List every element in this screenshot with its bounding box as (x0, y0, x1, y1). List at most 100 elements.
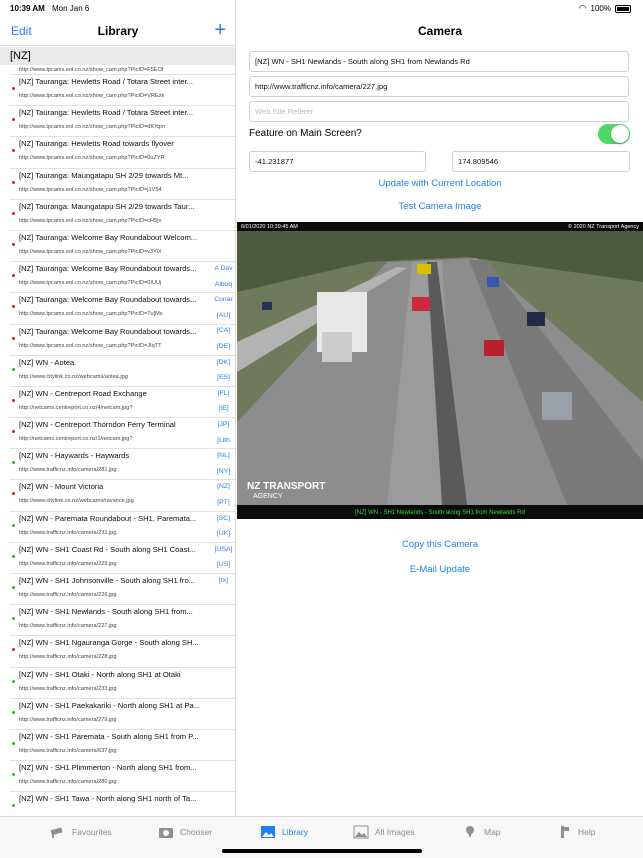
tab-all-images[interactable]: All Images (353, 825, 415, 839)
list-item[interactable]: [NZ] Tauranga: Maungatapu SH 2/29 toward… (10, 169, 235, 200)
section-index-item[interactable]: [US] (211, 561, 235, 577)
library-title: Library (97, 24, 139, 38)
list-item[interactable]: [NZ] WN - Centreport Road Exchange http:/… (10, 387, 235, 419)
list-item-url: http://www.tpcams.eol.co.nz/show_cam.php… (19, 155, 165, 162)
status-dot (12, 586, 15, 589)
camera-list[interactable]: http://www.tpcams.eol.co.nz/show_cam.php… (0, 65, 235, 816)
list-item-title: [NZ] Tauranga: Maungatapu SH 2/29 toward… (19, 170, 189, 180)
section-index-item[interactable]: [IE] (211, 405, 235, 421)
list-item[interactable]: [NZ] Tauranga: Maungatapu SH 2/29 toward… (10, 200, 235, 231)
section-index-item[interactable]: [tx] (211, 577, 235, 593)
list-item-url: http://www.trafficnz.info/camera/226.jpg (19, 592, 117, 598)
add-camera-button[interactable]: + (214, 19, 226, 42)
section-index-item[interactable]: Albuq (211, 281, 235, 297)
list-item-title: [NZ] WN - SH1 Ngauranga Gorge - South al… (19, 638, 199, 648)
tab-favourites[interactable]: Favourites (50, 825, 112, 839)
list-item-title: [NZ] Tauranga: Hewletts Road towards fly… (19, 139, 174, 149)
list-item[interactable]: [NZ] WN - Aotea http://www.citylink.co.nz… (10, 356, 235, 387)
list-item[interactable]: [NZ] Tauranga: Welcome Bay Roundabout to… (10, 325, 235, 356)
list-item-title: [NZ] WN - SH1 Tawa - North along SH1 nor… (19, 794, 197, 804)
section-index-item[interactable]: Cunar (211, 296, 235, 312)
list-item-title: [NZ] WN - Haywards - Haywards (19, 451, 130, 461)
tab-chooser-label: Chooser (180, 827, 213, 837)
list-item[interactable]: [NZ] WN - SH1 Paremata - South along SH1… (10, 730, 235, 762)
list-item-url: http://www.trafficnz.info/camera/231.jpg (19, 529, 117, 536)
section-header-nz: [NZ] (0, 47, 235, 65)
list-item[interactable]: [NZ] WN - SH1 Newlands - South along SH1… (10, 605, 235, 637)
list-item[interactable]: [NZ] Tauranga: Welcome Bay Roundabout to… (10, 293, 235, 325)
section-index-item[interactable]: [UK] (211, 530, 235, 546)
list-item[interactable]: [NZ] Tauranga: Hewletts Road / Totara St… (10, 106, 235, 138)
section-index-item[interactable]: [ES] (211, 374, 235, 390)
toggle-knob (611, 125, 629, 143)
section-index-item[interactable]: [NZ] (211, 483, 235, 499)
status-dot (12, 149, 15, 153)
section-index-item[interactable]: A Dav (211, 265, 235, 281)
list-item-title: [NZ] Tauranga: Hewletts Road / Totara St… (19, 77, 194, 86)
latitude-field[interactable]: -41.231877 (249, 151, 426, 172)
list-item[interactable]: [NZ] WN - SH1 Johnsonville - South along… (10, 574, 235, 606)
list-item[interactable]: [NZ] Tauranga: Welcome Bay Roundabout to… (10, 262, 235, 294)
email-update-button[interactable]: E-Mail Update (237, 564, 643, 575)
section-index-item[interactable]: [DK] (211, 359, 235, 375)
tab-map[interactable]: Map (462, 825, 501, 839)
camera-url-field[interactable]: http://www.trafficnz.info/camera/227.jpg (249, 76, 629, 97)
list-item[interactable]: [NZ] WN - SH1 Otaki - North along SH1 at… (10, 668, 235, 699)
list-item[interactable]: [NZ] Tauranga: Hewletts Road towards fly… (10, 137, 235, 169)
list-item-url: http://www.tpcams.eol.co.nz/show_cam.php… (19, 248, 162, 255)
section-index-item[interactable]: [JP] (211, 421, 235, 437)
feature-toggle[interactable] (598, 124, 630, 144)
list-item-url: http://www.citylink.co.nz/webcams/aotea.… (19, 373, 128, 380)
status-dot (12, 773, 15, 777)
library-image-icon (261, 826, 275, 838)
status-dot (12, 211, 15, 215)
list-item[interactable]: [NZ] WN - SH1 Plimmerton - North along S… (10, 761, 235, 793)
test-image-button[interactable]: Test Camera Image (237, 201, 643, 212)
tab-chooser[interactable]: Chooser (158, 825, 212, 839)
list-item[interactable]: [NZ] WN - SH1 Paekakariki - North along … (10, 699, 235, 730)
list-item[interactable]: [NZ] WN - Haywards - Haywards http://www.… (10, 449, 235, 481)
list-item[interactable]: [NZ] WN - SH1 Coast Rd - South along SH1… (10, 543, 235, 574)
list-item[interactable]: [NZ] Tauranga: Welcome Bay Roundabout We… (10, 231, 235, 263)
list-item[interactable]: [NZ] WN - SH1 Tawa - North along SH1 nor… (10, 792, 235, 816)
status-dot (12, 336, 15, 340)
list-item-url: http://netcams.centreport.co.nz/1/netcam… (19, 436, 133, 443)
copy-camera-button[interactable]: Copy this Camera (237, 539, 643, 550)
list-item-url: http://www.citylink.co.nz/webcams/ravanc… (19, 498, 134, 505)
camera-icon (159, 828, 173, 838)
tab-favourites-label: Favourites (72, 827, 112, 837)
referer-field[interactable]: Web Site Referer (249, 101, 629, 122)
tab-help[interactable]: Help (556, 825, 595, 839)
section-index-item[interactable]: [SC] (211, 515, 235, 531)
list-item-url: http://www.tpcams.eol.co.nz/show_cam.php… (19, 342, 162, 349)
camera-image: 6/01/2020 10:39:45 AM © 2020 NZ Transpor… (237, 222, 643, 519)
camera-name-field[interactable]: [NZ] WN - SH1 Newlands - South along SH1… (249, 51, 629, 72)
section-index-item[interactable]: [USA] (211, 546, 235, 562)
list-item[interactable]: http://www.tpcams.eol.co.nz/show_cam.php… (10, 65, 235, 75)
section-index-item[interactable]: [DE] (211, 343, 235, 359)
section-index-item[interactable]: [CA] (211, 327, 235, 343)
list-item[interactable]: [NZ] Tauranga: Hewletts Road / Totara St… (10, 75, 235, 107)
camera-cctv-icon (50, 827, 63, 838)
list-item[interactable]: [NZ] WN - Centreport Thorndon Ferry Term… (10, 418, 235, 450)
section-index-item[interactable]: [NL] (211, 452, 235, 468)
status-dot (12, 617, 15, 621)
list-item-title: [NZ] Tauranga: Welcome Bay Roundabout We… (19, 232, 198, 242)
list-item[interactable]: [NZ] WN - Mount Victoria http://www.cityl… (10, 480, 235, 512)
list-item[interactable]: [NZ] WN - SH1 Ngauranga Gorge - South al… (10, 636, 235, 668)
section-index-item[interactable]: [FL] (211, 390, 235, 406)
list-item-title: [NZ] Tauranga: Welcome Bay Roundabout to… (19, 326, 197, 336)
section-index-item[interactable]: [PT] (211, 499, 235, 515)
section-index[interactable]: A Dav Albuq Cunar [AU] [CA] [DE] [DK] [ES] [FL][… (211, 265, 235, 593)
status-dot (12, 679, 15, 683)
section-index-item[interactable]: [NY] (211, 468, 235, 484)
library-panel: Edit Library + [NZ] http://www.tpcams.eo… (0, 0, 236, 816)
update-location-button[interactable]: Update with Current Location (237, 178, 643, 189)
tab-library[interactable]: Library (260, 825, 308, 839)
section-index-item[interactable]: [AU] (211, 312, 235, 328)
longitude-field[interactable]: 174.809546 (452, 151, 630, 172)
section-index-item[interactable]: [Lith (211, 437, 235, 453)
images-icon (353, 825, 369, 839)
list-item-title: [NZ] WN - SH1 Otaki - North along SH1 at… (19, 669, 181, 679)
list-item[interactable]: [NZ] WN - Paremata Roundabout - SH1, Par… (10, 512, 235, 543)
